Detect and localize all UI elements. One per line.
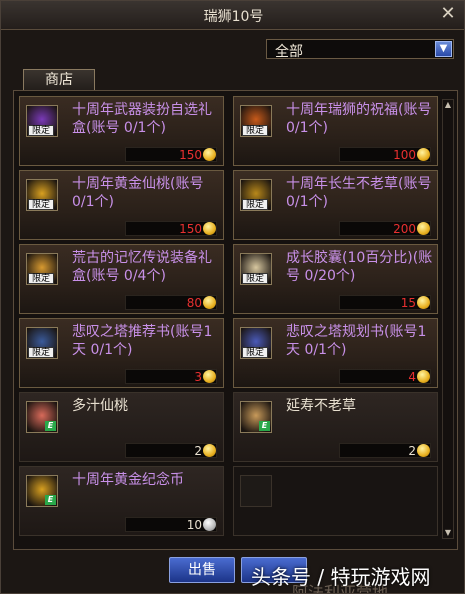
juicy-peach-icon[interactable]: E — [26, 401, 58, 433]
item-name: 延寿不老草 — [286, 398, 356, 414]
equip-badge: E — [45, 421, 56, 431]
tab-shop[interactable]: 商店 — [23, 69, 95, 91]
limited-badge: 限定 — [242, 199, 268, 210]
item-name: 悲叹之塔规划书(账号1天 0/1个) — [286, 324, 427, 358]
item-name: 十周年瑞狮的祝福(账号 0/1个) — [286, 102, 432, 136]
item-name: 十周年长生不老草(账号 0/1个) — [286, 176, 432, 210]
item-price: 15 — [400, 296, 416, 310]
shop-item[interactable]: 限定 成长胶囊(10百分比)(账号 0/20个) 15 — [233, 244, 438, 314]
gold-coin-icon — [417, 148, 430, 161]
shop-item[interactable]: 限定 十周年黄金仙桃(账号 0/1个) 150 — [19, 170, 224, 240]
gold-coin-icon — [417, 444, 430, 457]
limited-badge: 限定 — [28, 199, 54, 210]
shop-item[interactable]: 限定 悲叹之塔规划书(账号1天 0/1个) 4 — [233, 318, 438, 388]
limited-badge: 限定 — [28, 125, 54, 136]
item-name: 荒古的记忆传说装备礼盒(账号 0/4个) — [72, 250, 212, 284]
item-price: 80 — [186, 296, 202, 310]
shop-item[interactable]: 限定 荒古的记忆传说装备礼盒(账号 0/4个) 80 — [19, 244, 224, 314]
silver-coin-icon — [203, 518, 216, 531]
immortal-herb-icon[interactable]: 限定 — [240, 179, 272, 211]
empty-slot — [233, 466, 438, 536]
filter-dropdown[interactable]: 全部 ▼ — [266, 39, 454, 60]
gold-coin-icon — [203, 370, 216, 383]
shop-item[interactable]: 限定 悲叹之塔推荐书(账号1天 0/1个) 3 — [19, 318, 224, 388]
shop-item[interactable]: 限定 十周年瑞狮的祝福(账号 0/1个) 100 — [233, 96, 438, 166]
weapon-box-icon[interactable]: 限定 — [26, 105, 58, 137]
golden-peach-icon[interactable]: 限定 — [26, 179, 58, 211]
item-name: 十周年黄金纪念币 — [72, 472, 184, 488]
price-box: 200 — [339, 221, 431, 236]
item-name: 悲叹之塔推荐书(账号1天 0/1个) — [72, 324, 213, 358]
item-price: 150 — [179, 222, 202, 236]
price-box: 150 — [125, 221, 217, 236]
gold-coin-icon — [417, 222, 430, 235]
growth-capsule-icon[interactable]: 限定 — [240, 253, 272, 285]
gold-coin-icon — [417, 296, 430, 309]
shop-item[interactable]: 限定 十周年武器装扮自选礼盒(账号 0/1个) 150 — [19, 96, 224, 166]
watermark-text: 头条号 / 特玩游戏网 — [251, 565, 431, 589]
item-price: 2 — [408, 444, 416, 458]
item-price: 2 — [194, 444, 202, 458]
item-price: 150 — [179, 148, 202, 162]
longevity-herb-icon[interactable]: E — [240, 401, 272, 433]
sell-button[interactable]: 出售 — [169, 557, 235, 583]
lion-blessing-icon[interactable]: 限定 — [240, 105, 272, 137]
gold-coin-icon — [203, 444, 216, 457]
equip-badge: E — [45, 495, 56, 505]
item-name: 多汁仙桃 — [72, 398, 128, 414]
price-box: 10 — [125, 517, 217, 532]
scrollbar[interactable]: ▲ ▼ — [442, 99, 454, 539]
window-title: 瑞狮10号 — [203, 9, 264, 25]
item-price: 200 — [393, 222, 416, 236]
equip-badge: E — [259, 421, 270, 431]
limited-badge: 限定 — [242, 125, 268, 136]
shop-item[interactable]: E 多汁仙桃 2 — [19, 392, 224, 462]
shop-item[interactable]: 限定 十周年长生不老草(账号 0/1个) 200 — [233, 170, 438, 240]
scroll-down-icon[interactable]: ▼ — [443, 528, 453, 538]
price-box: 4 — [339, 369, 431, 384]
price-box: 3 — [125, 369, 217, 384]
price-box: 2 — [339, 443, 431, 458]
scroll-up-icon[interactable]: ▲ — [443, 100, 453, 110]
gold-coin-icon — [203, 296, 216, 309]
shop-item[interactable]: E 延寿不老草 2 — [233, 392, 438, 462]
limited-badge: 限定 — [28, 347, 54, 358]
gold-coin-icon — [203, 222, 216, 235]
shop-window: 瑞狮10号 ✕ 全部 ▼ 商店 阿法利亚营地 限定 十周年武器装扮自选礼盒(账号 … — [0, 0, 465, 594]
price-box: 15 — [339, 295, 431, 310]
item-price: 4 — [408, 370, 416, 384]
filter-selected-value: 全部 — [275, 44, 303, 60]
price-box: 100 — [339, 147, 431, 162]
limited-badge: 限定 — [242, 273, 268, 284]
price-box: 150 — [125, 147, 217, 162]
price-box: 2 — [125, 443, 217, 458]
tower-recommend-book-icon[interactable]: 限定 — [26, 327, 58, 359]
limited-badge: 限定 — [28, 273, 54, 284]
gold-coin-icon — [417, 370, 430, 383]
item-price: 3 — [194, 370, 202, 384]
gold-coin-icon[interactable]: E — [26, 475, 58, 507]
item-price: 10 — [186, 518, 202, 532]
price-box: 80 — [125, 295, 217, 310]
gold-coin-icon — [203, 148, 216, 161]
limited-badge: 限定 — [242, 347, 268, 358]
item-name: 十周年黄金仙桃(账号 0/1个) — [72, 176, 204, 210]
chevron-down-icon[interactable]: ▼ — [435, 41, 452, 57]
tower-plan-book-icon[interactable]: 限定 — [240, 327, 272, 359]
shop-item[interactable]: E 十周年黄金纪念币 10 — [19, 466, 224, 536]
item-name: 十周年武器装扮自选礼盒(账号 0/1个) — [72, 102, 212, 136]
item-price: 100 — [393, 148, 416, 162]
item-name: 成长胶囊(10百分比)(账号 0/20个) — [286, 250, 433, 284]
legendary-box-icon[interactable]: 限定 — [26, 253, 58, 285]
empty-slot-icon — [240, 475, 272, 507]
close-icon[interactable]: ✕ — [438, 4, 458, 24]
title-bar[interactable]: 瑞狮10号 ✕ — [1, 1, 464, 30]
